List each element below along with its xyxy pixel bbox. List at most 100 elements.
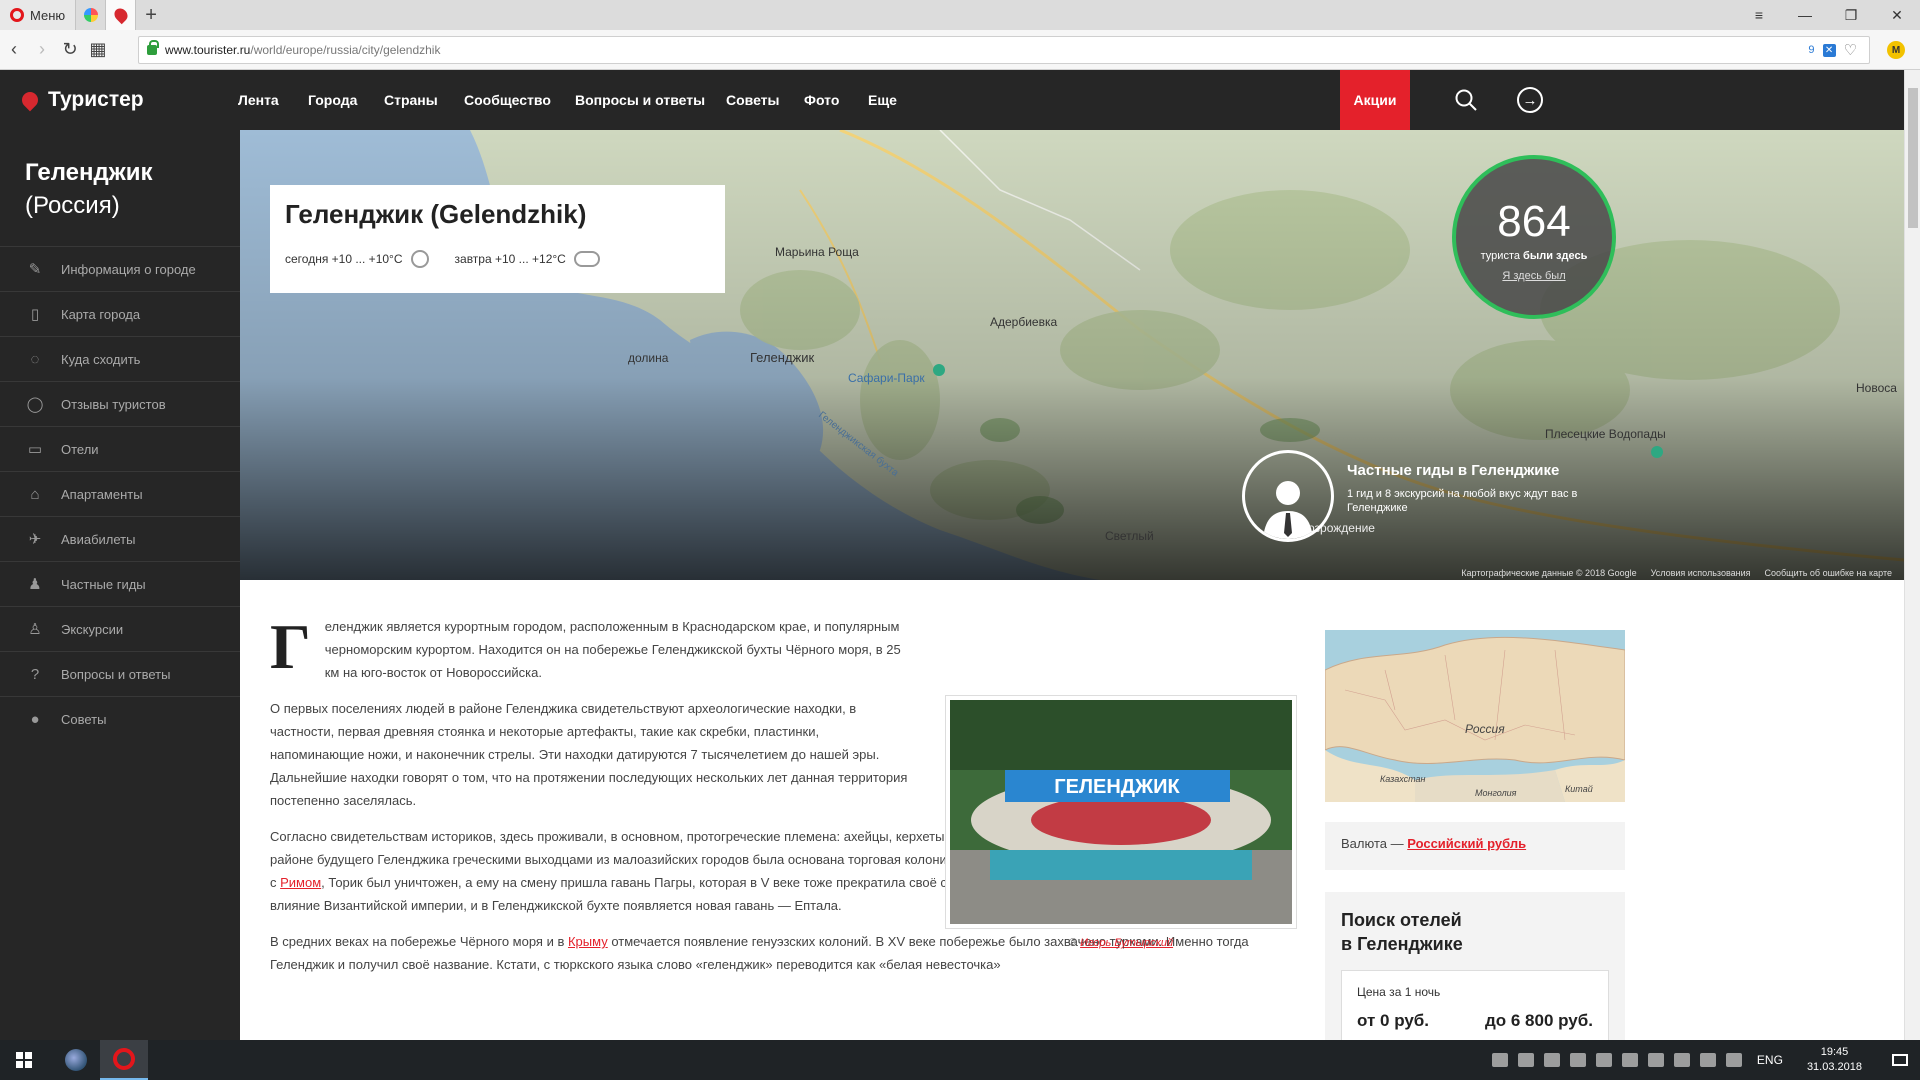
sidebar-item-tips[interactable]: ● Советы <box>0 696 240 741</box>
price-from: от 0 руб. <box>1357 1011 1430 1030</box>
url-extras: 9 ✕ ♡ <box>1808 37 1857 63</box>
sidebar-item-apartments[interactable]: ⌂ Апартаменты <box>0 471 240 516</box>
nav-feed[interactable]: Лента <box>238 70 279 130</box>
nav-more[interactable]: Еще <box>868 70 897 130</box>
site-logo[interactable]: Туристер <box>18 86 144 114</box>
taskbar-app-browser[interactable] <box>52 1040 100 1080</box>
map-label: Сафари-Парк <box>848 371 925 385</box>
guide-avatar-icon <box>1242 450 1334 542</box>
search-icon[interactable] <box>1455 89 1477 111</box>
tray-icon[interactable] <box>1621 1053 1638 1067</box>
link-rome[interactable]: Римом <box>280 875 321 890</box>
logo-pin-icon <box>18 88 42 112</box>
battery-icon[interactable] <box>1673 1053 1690 1067</box>
sidebar-item-info[interactable]: ✎ Информация о городе <box>0 246 240 291</box>
sun-icon <box>410 250 429 268</box>
currency-link[interactable]: Российский рубль <box>1407 836 1526 851</box>
city-photo[interactable]: ГЕЛЕНДЖИК <box>945 695 1297 929</box>
price-range: от 0 руб. до 6 800 руб. <box>1357 1011 1593 1031</box>
notifications-icon[interactable] <box>1880 1040 1920 1080</box>
network-icon[interactable] <box>1699 1053 1716 1067</box>
mini-map-label: Россия <box>1465 722 1505 736</box>
sidebar-item-places[interactable]: ◌ Куда сходить <box>0 336 240 381</box>
close-icon[interactable]: ✕ <box>1874 0 1920 30</box>
language-indicator[interactable]: ENG <box>1757 1053 1783 1067</box>
logo-text: Туристер <box>48 88 144 111</box>
tab-flower[interactable] <box>76 0 107 30</box>
windows-taskbar: ENG 19:45 31.03.2018 <box>0 1040 1920 1080</box>
sidebar-item-guides[interactable]: ♟ Частные гиды <box>0 561 240 606</box>
link-crimea[interactable]: Крыму <box>568 934 608 949</box>
page-scrollbar[interactable] <box>1904 70 1920 1040</box>
paragraph-2: О первых поселениях людей в районе Гелен… <box>270 701 908 808</box>
nav-community[interactable]: Сообщество <box>464 70 551 130</box>
tray-icon[interactable] <box>1595 1053 1612 1067</box>
opera-menu-button[interactable]: Меню <box>0 0 77 30</box>
tab-menu-icon[interactable]: ≡ <box>1736 0 1782 30</box>
globe-icon <box>65 1049 87 1071</box>
start-button[interactable] <box>0 1040 48 1080</box>
clock[interactable]: 19:45 31.03.2018 <box>1807 1045 1862 1075</box>
bed-icon: ▭ <box>27 441 43 458</box>
places-icon: ◌ <box>30 350 40 368</box>
heart-icon[interactable]: ♡ <box>1844 41 1857 59</box>
i-was-here-button[interactable]: Я здесь был <box>1456 270 1612 282</box>
login-icon[interactable]: → <box>1517 87 1543 113</box>
guides-promo[interactable]: Частные гиды в Геленджике 1 гид и 8 экск… <box>1242 450 1622 545</box>
weather-card: Геленджик (Gelendzhik) сегодня +10 ... +… <box>270 185 725 293</box>
city-map-hero[interactable]: Марьина Роща Адербиевка Геленджик Сафари… <box>240 130 1904 580</box>
new-tab-button[interactable]: + <box>136 0 166 30</box>
sidebar-item-flights[interactable]: ✈ Авиабилеты <box>0 516 240 561</box>
adblock-icon[interactable]: ✕ <box>1822 43 1836 57</box>
photo-caption: © Игорь Бутырский <box>1068 937 1174 949</box>
page-title: Геленджик (Gelendzhik) <box>285 199 587 229</box>
price-filter[interactable]: Цена за 1 ночь от 0 руб. до 6 800 руб. <box>1341 970 1609 1040</box>
speed-dial-icon[interactable]: ▦ <box>84 30 112 70</box>
sidebar-item-reviews[interactable]: ◯ Отзывы туристов <box>0 381 240 426</box>
guide-icon: ♟ <box>28 576 42 593</box>
url-input[interactable]: www.tourister.ru/world/europe/russia/cit… <box>138 36 1870 64</box>
sidebar-item-qa[interactable]: ? Вопросы и ответы <box>0 651 240 696</box>
country-mini-map[interactable]: Россия Казахстан Монголия Китай <box>1325 630 1625 802</box>
blocked-count: 9 <box>1808 44 1815 56</box>
maximize-icon[interactable]: ❐ <box>1828 0 1874 30</box>
volume-icon[interactable] <box>1725 1053 1742 1067</box>
map-data-credit: Картографические данные © 2018 Google <box>1461 568 1637 578</box>
cloud-icon[interactable] <box>1569 1053 1586 1067</box>
visitors-label: туриста были здесь <box>1480 250 1588 262</box>
nav-tips[interactable]: Советы <box>726 70 780 130</box>
nav-qa[interactable]: Вопросы и ответы <box>575 70 705 130</box>
currency-prefix: Валюта — <box>1341 836 1404 851</box>
profile-avatar[interactable]: M <box>1887 41 1905 59</box>
report-error-link[interactable]: Сообщить об ошибке на карте <box>1765 568 1892 578</box>
terms-link[interactable]: Условия использования <box>1651 568 1751 578</box>
sidebar-item-map[interactable]: ▯ Карта города <box>0 291 240 336</box>
back-icon[interactable]: ‹ <box>0 30 28 70</box>
currency-box: Валюта — Российский рубль <box>1325 822 1625 870</box>
dropbox-icon[interactable] <box>1543 1053 1560 1067</box>
nav-cities[interactable]: Города <box>308 70 357 130</box>
question-icon: ? <box>30 665 40 683</box>
tray-icon[interactable] <box>1647 1053 1664 1067</box>
opera-icon <box>10 8 24 22</box>
lock-icon <box>147 40 159 55</box>
minimize-icon[interactable]: — <box>1782 0 1828 30</box>
sidebar-item-label: Куда сходить <box>61 351 141 367</box>
tray-icon[interactable] <box>1517 1053 1534 1067</box>
forward-icon[interactable]: › <box>28 30 56 70</box>
map-label: Новоса <box>1856 381 1897 395</box>
system-tray: ENG 19:45 31.03.2018 <box>1487 1040 1920 1080</box>
reload-icon[interactable]: ↻ <box>56 30 84 70</box>
nav-photo[interactable]: Фото <box>804 70 839 130</box>
tray-icon[interactable] <box>1491 1053 1508 1067</box>
promo-button[interactable]: Акции <box>1340 70 1410 130</box>
taskbar-app-opera[interactable] <box>100 1040 148 1080</box>
people-icon: ♙ <box>28 621 42 638</box>
hotel-search-widget: Поиск отелей в Геленджике Цена за 1 ночь… <box>1325 892 1625 1040</box>
nav-countries[interactable]: Страны <box>384 70 438 130</box>
scrollbar-thumb[interactable] <box>1908 88 1918 228</box>
sidebar-item-hotels[interactable]: ▭ Отели <box>0 426 240 471</box>
tab-tourister[interactable] <box>106 0 137 30</box>
photo-author-link[interactable]: Игорь Бутырский <box>1080 937 1173 949</box>
sidebar-item-excursions[interactable]: ♙ Экскурсии <box>0 606 240 651</box>
